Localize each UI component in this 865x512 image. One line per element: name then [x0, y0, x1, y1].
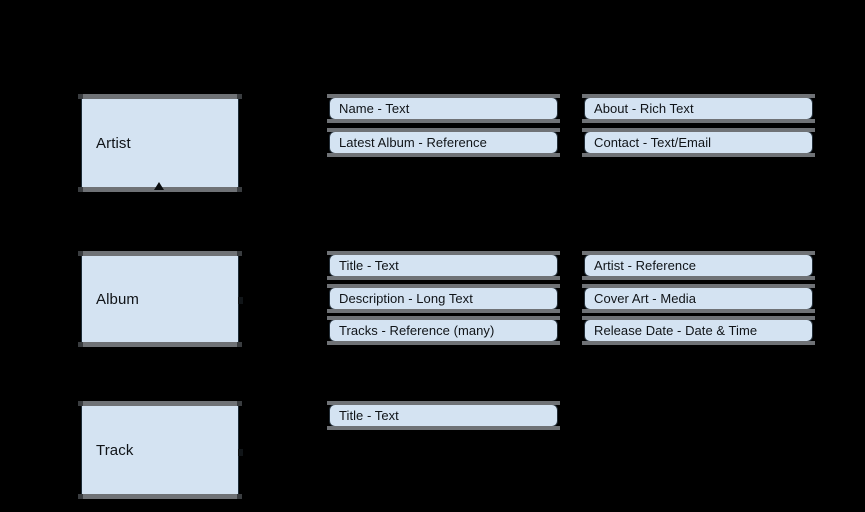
resize-handle-top-left[interactable] [78, 94, 83, 99]
attribute-artist-contact[interactable]: Contact - Text/Email [582, 128, 815, 157]
selection-handle-bar-bottom[interactable] [327, 341, 560, 345]
attribute-artist-name[interactable]: Name - Text [327, 94, 560, 123]
selection-handle-bar-top[interactable] [582, 128, 815, 132]
resize-handle-top-left[interactable] [78, 401, 83, 406]
attribute-album-title[interactable]: Title - Text [327, 251, 560, 280]
selection-handle-bar-bottom[interactable] [327, 309, 560, 313]
selection-handle-bar-top[interactable] [582, 284, 815, 288]
attribute-label: Latest Album - Reference [339, 135, 487, 150]
selection-handle-bar-top[interactable] [327, 94, 560, 98]
selection-handle-bar-top[interactable] [582, 316, 815, 320]
attribute-album-release-date[interactable]: Release Date - Date & Time [582, 316, 815, 345]
connector-nub-right[interactable] [238, 297, 243, 304]
attribute-track-title[interactable]: Title - Text [327, 401, 560, 430]
resize-handle-bottom-right[interactable] [237, 342, 242, 347]
selection-handle-bar-top[interactable] [79, 94, 241, 99]
selection-handle-bar-top[interactable] [582, 251, 815, 255]
selection-handle-bar-top[interactable] [327, 284, 560, 288]
resize-handle-top-left[interactable] [78, 251, 83, 256]
connector-nub-right[interactable] [238, 449, 243, 456]
attribute-label: Contact - Text/Email [594, 135, 712, 150]
selection-handle-bar-bottom[interactable] [79, 342, 241, 347]
selection-handle-bar-top[interactable] [327, 401, 560, 405]
diagram-canvas: Artist Album Track Name - Text Latest Al… [0, 0, 865, 512]
attribute-label: Artist - Reference [594, 258, 697, 273]
entity-artist[interactable]: Artist [78, 94, 242, 192]
entity-track[interactable]: Track [78, 401, 243, 499]
selection-handle-bar-bottom[interactable] [79, 187, 241, 192]
selection-handle-bar-top[interactable] [582, 94, 815, 98]
attribute-label: Name - Text [339, 101, 410, 116]
resize-handle-top-right[interactable] [237, 94, 242, 99]
selection-handle-bar-top[interactable] [327, 316, 560, 320]
attribute-label: Title - Text [339, 408, 399, 423]
selection-handle-bar-bottom[interactable] [582, 341, 815, 345]
selection-handle-bar-bottom[interactable] [582, 119, 815, 123]
selection-handle-bar-top[interactable] [79, 401, 241, 406]
resize-handle-top-right[interactable] [237, 401, 242, 406]
entity-artist-label: Artist [96, 134, 131, 152]
selection-handle-bar-top[interactable] [327, 128, 560, 132]
resize-handle-top-right[interactable] [237, 251, 242, 256]
selection-handle-bar-top[interactable] [79, 251, 241, 256]
attribute-artist-about[interactable]: About - Rich Text [582, 94, 815, 123]
attribute-label: Cover Art - Media [594, 291, 696, 306]
attribute-artist-latest-album[interactable]: Latest Album - Reference [327, 128, 560, 157]
attribute-label: Tracks - Reference (many) [339, 323, 495, 338]
entity-album[interactable]: Album [78, 251, 243, 347]
selection-handle-bar-bottom[interactable] [582, 153, 815, 157]
attribute-label: About - Rich Text [594, 101, 694, 116]
resize-handle-bottom-left[interactable] [78, 342, 83, 347]
selection-handle-bar-top[interactable] [327, 251, 560, 255]
selection-handle-bar-bottom[interactable] [327, 276, 560, 280]
attribute-album-tracks[interactable]: Tracks - Reference (many) [327, 316, 560, 345]
attribute-album-cover-art[interactable]: Cover Art - Media [582, 284, 815, 313]
selection-handle-bar-bottom[interactable] [582, 276, 815, 280]
selection-handle-bar-bottom[interactable] [327, 119, 560, 123]
attribute-label: Release Date - Date & Time [594, 323, 758, 338]
selection-handle-bar-bottom[interactable] [327, 153, 560, 157]
resize-handle-bottom-right[interactable] [237, 494, 242, 499]
entity-track-label: Track [96, 441, 134, 459]
attribute-album-artist[interactable]: Artist - Reference [582, 251, 815, 280]
selection-handle-bar-bottom[interactable] [582, 309, 815, 313]
resize-handle-bottom-left[interactable] [78, 187, 83, 192]
attribute-label: Description - Long Text [339, 291, 473, 306]
attribute-album-description[interactable]: Description - Long Text [327, 284, 560, 313]
selection-handle-bar-bottom[interactable] [327, 426, 560, 430]
resize-handle-bottom-left[interactable] [78, 494, 83, 499]
resize-handle-bottom-right[interactable] [237, 187, 242, 192]
entity-album-label: Album [96, 290, 140, 308]
attribute-label: Title - Text [339, 258, 399, 273]
selection-handle-bar-bottom[interactable] [79, 494, 241, 499]
